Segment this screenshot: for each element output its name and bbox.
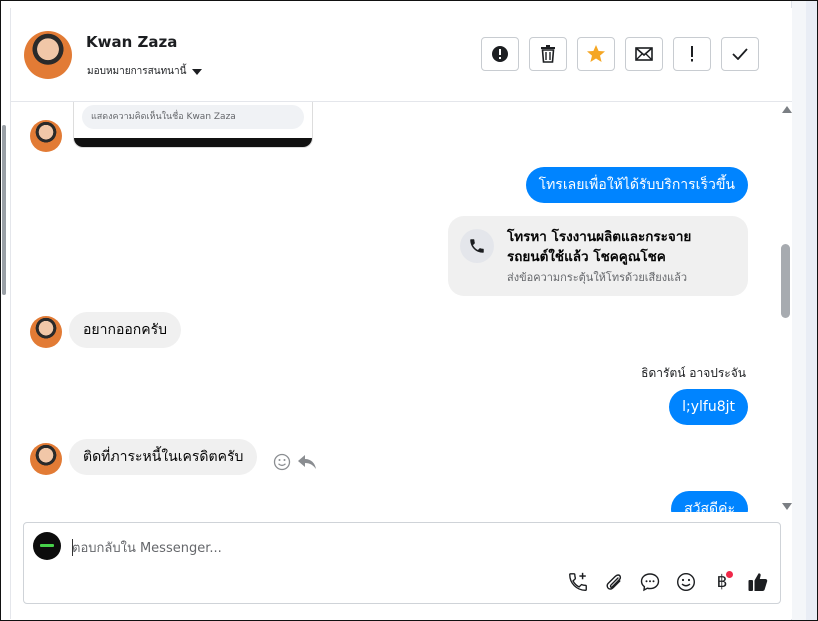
delete-button[interactable] bbox=[529, 37, 567, 71]
contact-avatar[interactable] bbox=[30, 443, 62, 475]
envelope-icon bbox=[635, 47, 653, 61]
follow-up-button[interactable] bbox=[673, 37, 711, 71]
call-card-subtitle: ส่งข้อความกระตุ้นให้โทรด้วยเสียงแล้ว bbox=[507, 271, 688, 284]
thumbs-up-icon bbox=[748, 573, 768, 591]
attach-button[interactable] bbox=[600, 569, 628, 595]
scroll-down-arrow[interactable] bbox=[782, 503, 792, 510]
scroll-thumb[interactable] bbox=[781, 244, 790, 318]
outgoing-message[interactable]: โทรเลยเพื่อให้ได้รับบริการเร็วขึ้น bbox=[525, 167, 748, 203]
reply-composer[interactable]: ตอบกลับใน Messenger... ฿ bbox=[23, 522, 781, 604]
mark-spam-icon bbox=[492, 46, 508, 62]
emoji-button[interactable] bbox=[672, 569, 700, 595]
emoji-icon bbox=[676, 572, 696, 592]
notification-dot bbox=[726, 571, 733, 578]
page-avatar bbox=[33, 532, 61, 560]
phone-plus-icon bbox=[569, 572, 587, 591]
call-prompt-card[interactable]: โทรหา โรงงานผลิตและกระจาย รถยนต์ใช้แล้ว … bbox=[448, 216, 748, 296]
comment-as-field[interactable]: แสดงความคิดเห็นในชื่อ Kwan Zaza bbox=[82, 105, 304, 129]
chat-bubble-icon bbox=[640, 573, 660, 592]
conversation-header: Kwan Zaza มอบหมายการสนทนานี้ bbox=[11, 8, 792, 102]
reply-input[interactable]: ตอบกลับใน Messenger... bbox=[72, 537, 222, 558]
star-icon bbox=[587, 45, 605, 62]
reply-icon bbox=[298, 455, 316, 469]
sender-name: ธิดารัตน์ อาจประจัน bbox=[641, 366, 746, 380]
star-button[interactable] bbox=[577, 37, 615, 71]
smiley-icon bbox=[273, 453, 291, 471]
phone-icon bbox=[460, 229, 494, 263]
contact-avatar[interactable] bbox=[24, 31, 72, 79]
payment-button[interactable]: ฿ bbox=[708, 569, 736, 595]
contact-avatar[interactable] bbox=[30, 316, 62, 348]
scroll-up-arrow[interactable] bbox=[782, 106, 792, 113]
right-side-strip bbox=[791, 0, 818, 621]
composer-actions: ฿ bbox=[564, 569, 772, 595]
paperclip-icon bbox=[606, 574, 622, 590]
contact-avatar[interactable] bbox=[30, 120, 62, 152]
call-card-title: โทรหา โรงงานผลิตและกระจาย รถยนต์ใช้แล้ว … bbox=[507, 229, 692, 265]
check-icon bbox=[732, 48, 748, 60]
call-request-button[interactable] bbox=[564, 569, 592, 595]
exclamation-icon bbox=[691, 46, 693, 62]
mark-spam-button[interactable] bbox=[481, 37, 519, 71]
assign-conversation-dropdown[interactable]: มอบหมายการสนทนานี้ bbox=[87, 64, 203, 79]
reply-button[interactable] bbox=[297, 453, 317, 471]
incoming-message[interactable]: ติดที่ภาระหนี้ในเครดิตครับ bbox=[69, 439, 258, 475]
conversation-panel: Kwan Zaza มอบหมายการสนทนานี้ แสดงความคิด… bbox=[10, 8, 792, 619]
text-cursor bbox=[72, 539, 73, 556]
incoming-message[interactable]: อยากออกครับ bbox=[69, 312, 182, 348]
outgoing-message[interactable]: l;ylfu8jt bbox=[669, 389, 748, 425]
react-button[interactable] bbox=[273, 453, 291, 471]
mark-unread-button[interactable] bbox=[625, 37, 663, 71]
trash-icon bbox=[541, 45, 555, 63]
assign-label: มอบหมายการสนทนานี้ bbox=[87, 66, 187, 77]
message-thread[interactable]: แสดงความคิดเห็นในชื่อ Kwan Zaza โทรเลยเพ… bbox=[11, 102, 781, 512]
thread-scrollbar[interactable] bbox=[781, 102, 792, 512]
post-preview-image bbox=[74, 138, 312, 147]
chevron-down-icon bbox=[192, 68, 203, 75]
mark-done-button[interactable] bbox=[721, 37, 759, 71]
contact-name[interactable]: Kwan Zaza bbox=[86, 33, 177, 51]
left-scrollbar[interactable] bbox=[0, 110, 8, 300]
header-toolbar bbox=[481, 37, 759, 71]
outgoing-message[interactable]: สวัสดีค่ะ bbox=[671, 491, 748, 512]
saved-replies-button[interactable] bbox=[636, 569, 664, 595]
post-preview-card[interactable]: แสดงความคิดเห็นในชื่อ Kwan Zaza bbox=[73, 102, 313, 148]
like-button[interactable] bbox=[744, 569, 772, 595]
